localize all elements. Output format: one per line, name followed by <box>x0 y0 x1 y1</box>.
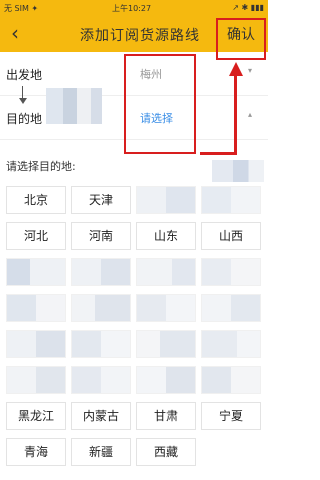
region-cell[interactable]: 黑龙江 <box>6 402 66 430</box>
region-cell-redacted[interactable] <box>71 294 131 322</box>
origin-label: 出发地 <box>6 68 43 82</box>
region-cell[interactable]: 甘肃 <box>136 402 196 430</box>
region-cell[interactable]: 天津 <box>71 186 131 214</box>
region-cell-redacted[interactable] <box>201 294 261 322</box>
chevron-down-icon: ▾ <box>248 66 253 75</box>
region-cell-redacted[interactable] <box>6 258 66 286</box>
chevron-up-icon: ▴ <box>248 110 253 119</box>
destination-prompt: 请选择目的地: <box>6 160 76 173</box>
redaction-mosaic <box>212 160 264 182</box>
region-cell-redacted[interactable] <box>136 186 196 214</box>
region-cell-redacted[interactable] <box>71 366 131 394</box>
destination-label: 目的地 <box>6 112 43 126</box>
annotation-highlight-box <box>216 18 266 60</box>
region-cell[interactable]: 北京 <box>6 186 66 214</box>
region-cell[interactable]: 宁夏 <box>201 402 261 430</box>
status-indicators: ↗ ✱ ▮▮▮ <box>232 3 264 12</box>
region-cell-redacted[interactable] <box>6 330 66 358</box>
region-cell[interactable]: 内蒙古 <box>71 402 131 430</box>
region-cell-redacted[interactable] <box>136 330 196 358</box>
region-cell-redacted[interactable] <box>136 294 196 322</box>
region-cell[interactable]: 河南 <box>71 222 131 250</box>
chevron-left-icon: ‹ <box>11 21 19 45</box>
clock: 上午10:27 <box>112 4 152 13</box>
annotation-pointer <box>19 98 27 104</box>
annotation-highlight-box <box>124 54 196 154</box>
status-bar: 无 SIM ✦ 上午10:27 ↗ ✱ ▮▮▮ <box>0 0 268 16</box>
region-cell-redacted[interactable] <box>6 294 66 322</box>
region-cell-redacted[interactable] <box>71 258 131 286</box>
annotation-arrow <box>234 74 237 154</box>
region-cell[interactable]: 山西 <box>201 222 261 250</box>
region-cell-redacted[interactable] <box>201 366 261 394</box>
redaction-mosaic <box>46 88 102 124</box>
region-cell-redacted[interactable] <box>201 258 261 286</box>
annotation-arrow <box>200 152 237 155</box>
region-cell-redacted[interactable] <box>136 258 196 286</box>
back-button[interactable]: ‹ <box>4 20 26 48</box>
page-title: 添加订阅货源路线 <box>80 28 200 44</box>
region-cell-redacted[interactable] <box>6 366 66 394</box>
region-cell[interactable]: 西藏 <box>136 438 196 466</box>
region-cell-redacted[interactable] <box>201 330 261 358</box>
region-cell-redacted[interactable] <box>201 186 261 214</box>
annotation-arrowhead <box>229 62 243 76</box>
region-cell-redacted[interactable] <box>71 330 131 358</box>
region-cell[interactable]: 青海 <box>6 438 66 466</box>
region-cell[interactable]: 河北 <box>6 222 66 250</box>
region-cell-redacted[interactable] <box>136 366 196 394</box>
carrier-label: 无 SIM ✦ <box>4 4 39 13</box>
region-cell[interactable]: 山东 <box>136 222 196 250</box>
region-cell[interactable]: 新疆 <box>71 438 131 466</box>
